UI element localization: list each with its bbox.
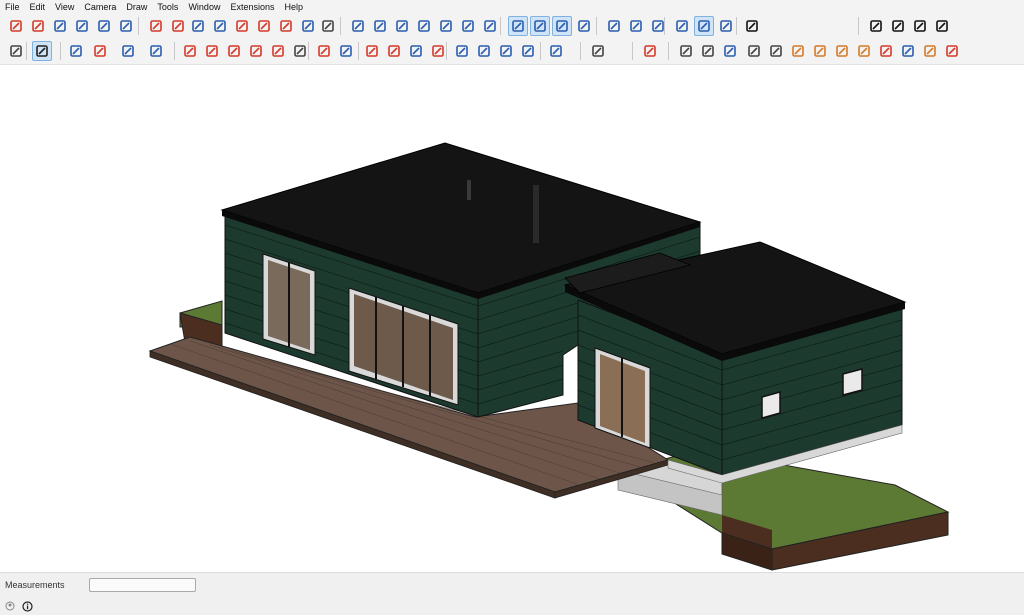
- drape-icon[interactable]: [518, 41, 538, 61]
- menu-extensions[interactable]: Extensions: [225, 0, 279, 14]
- hidden-line-icon[interactable]: [552, 16, 572, 36]
- move-icon[interactable]: [224, 41, 244, 61]
- tape-measure-icon[interactable]: [290, 41, 310, 61]
- sandbox-icon[interactable]: [452, 41, 472, 61]
- position-camera-icon[interactable]: [276, 16, 296, 36]
- paint-bucket-icon[interactable]: [314, 41, 334, 61]
- line-icon[interactable]: [90, 41, 110, 61]
- menu-draw[interactable]: Draw: [121, 0, 152, 14]
- look-around-icon[interactable]: [298, 16, 318, 36]
- geo-location-icon[interactable]: [4, 600, 16, 612]
- plugin-icon[interactable]: [888, 16, 908, 36]
- smoove-icon[interactable]: [474, 41, 494, 61]
- axes-icon[interactable]: [94, 16, 114, 36]
- menu-help[interactable]: Help: [279, 0, 308, 14]
- push-pull-icon[interactable]: [180, 41, 200, 61]
- orbit-icon[interactable]: [146, 16, 166, 36]
- select-icon[interactable]: [32, 41, 52, 61]
- menu-bar: File Edit View Camera Draw Tools Window Extensi…: [0, 0, 1024, 14]
- front-view-icon[interactable]: [392, 16, 412, 36]
- pan-icon[interactable]: [168, 16, 188, 36]
- stamp-icon[interactable]: [496, 41, 516, 61]
- profiles-icon[interactable]: [672, 16, 692, 36]
- follow-path-icon[interactable]: [744, 41, 764, 61]
- walk-icon[interactable]: [318, 16, 338, 36]
- menu-file[interactable]: File: [0, 0, 25, 14]
- back-view-icon[interactable]: [436, 16, 456, 36]
- orbit-2-icon[interactable]: [362, 41, 382, 61]
- monochrome-icon[interactable]: [626, 16, 646, 36]
- extensions-icon[interactable]: [716, 16, 736, 36]
- frame-pin-icon[interactable]: [942, 41, 962, 61]
- zoom-2-icon[interactable]: [406, 41, 426, 61]
- zoom-extents-icon[interactable]: [232, 16, 252, 36]
- array-icon[interactable]: [766, 41, 786, 61]
- chimney-pipe-2: [533, 185, 539, 243]
- model-viewport[interactable]: [0, 65, 1024, 571]
- chimney-pipe-1: [467, 180, 471, 200]
- report-icon[interactable]: [932, 16, 952, 36]
- previous-view-icon[interactable]: [254, 16, 274, 36]
- sync-icon[interactable]: [866, 16, 886, 36]
- zoom-extents-2-icon[interactable]: [428, 41, 448, 61]
- section-plane-icon[interactable]: [6, 16, 26, 36]
- split-icon[interactable]: [876, 41, 896, 61]
- loft-icon[interactable]: [810, 41, 830, 61]
- box-icon[interactable]: [788, 41, 808, 61]
- component-icon[interactable]: [336, 41, 356, 61]
- iso-view-icon[interactable]: [348, 16, 368, 36]
- depth-cue-icon[interactable]: [694, 16, 714, 36]
- fillet-icon[interactable]: [832, 41, 852, 61]
- export-icon[interactable]: [910, 16, 930, 36]
- wireframe-icon[interactable]: [530, 16, 550, 36]
- scale-icon[interactable]: [268, 41, 288, 61]
- status-bar: Measurements: [0, 572, 1024, 615]
- display-edges-icon[interactable]: [648, 16, 668, 36]
- menu-edit[interactable]: Edit: [25, 0, 51, 14]
- pencil-icon[interactable]: [676, 41, 696, 61]
- layout-icon[interactable]: [640, 41, 660, 61]
- rectangle-icon[interactable]: [146, 41, 166, 61]
- dimension-icon[interactable]: [698, 41, 718, 61]
- house-model: [148, 142, 950, 571]
- menu-window[interactable]: Window: [183, 0, 225, 14]
- solid-tools-icon[interactable]: [28, 16, 48, 36]
- info-icon[interactable]: [21, 600, 33, 612]
- warehouse-icon[interactable]: [546, 41, 566, 61]
- menu-camera[interactable]: Camera: [79, 0, 121, 14]
- eraser-icon[interactable]: [66, 41, 86, 61]
- menu-view[interactable]: View: [50, 0, 79, 14]
- 3d-text-icon[interactable]: [116, 16, 136, 36]
- measurements-input[interactable]: [89, 578, 196, 592]
- rotate-icon[interactable]: [246, 41, 266, 61]
- frame-icon[interactable]: [920, 41, 940, 61]
- twist-icon[interactable]: [898, 41, 918, 61]
- top-view-icon[interactable]: [370, 16, 390, 36]
- annex-window-1: [761, 391, 781, 419]
- xray-icon[interactable]: [480, 16, 500, 36]
- annex-window-2: [842, 368, 863, 396]
- follow-me-icon[interactable]: [50, 16, 70, 36]
- refresh-icon[interactable]: [742, 16, 762, 36]
- menu-tools[interactable]: Tools: [152, 0, 183, 14]
- new-file-icon[interactable]: [588, 41, 608, 61]
- bend-icon[interactable]: [854, 41, 874, 61]
- text-icon[interactable]: [72, 16, 92, 36]
- measurements-label: Measurements: [5, 580, 65, 590]
- zoom-icon[interactable]: [188, 16, 208, 36]
- offset-icon[interactable]: [202, 41, 222, 61]
- search-icon[interactable]: [6, 41, 26, 61]
- back-edges-icon[interactable]: [508, 16, 528, 36]
- toolbar-row-2: [0, 38, 1024, 65]
- toolbar-row-1: [0, 14, 1024, 38]
- extrude-icon[interactable]: [720, 41, 740, 61]
- zoom-window-icon[interactable]: [210, 16, 230, 36]
- shaded-icon[interactable]: [574, 16, 594, 36]
- arc-icon[interactable]: [118, 41, 138, 61]
- left-view-icon[interactable]: [458, 16, 478, 36]
- pan-2-icon[interactable]: [384, 41, 404, 61]
- shaded-textures-icon[interactable]: [604, 16, 624, 36]
- right-view-icon[interactable]: [414, 16, 434, 36]
